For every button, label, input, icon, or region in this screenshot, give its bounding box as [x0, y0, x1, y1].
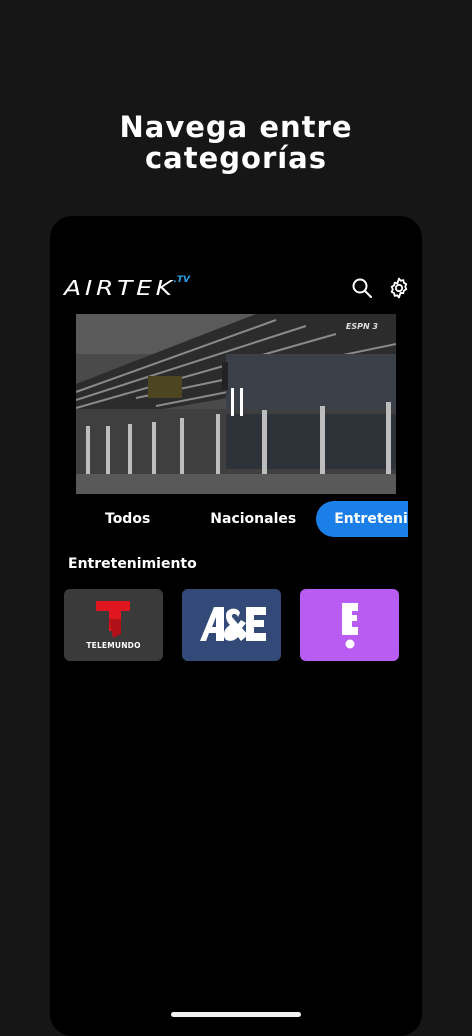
search-icon[interactable] [350, 276, 374, 300]
channel-aande[interactable] [182, 589, 281, 661]
tab-nacionales[interactable]: Nacionales [192, 501, 314, 537]
video-player[interactable]: ESPN 3 [76, 314, 396, 494]
channel-e[interactable] [300, 589, 399, 661]
telemundo-label: TELEMUNDO [86, 641, 141, 650]
channel-telemundo[interactable]: TELEMUNDO [64, 589, 163, 661]
tab-todos[interactable]: Todos [87, 501, 168, 537]
phone-screen: AIRTEK .TV ESPN 3 Todos Nacionales Entre… [50, 216, 422, 1036]
e-logo-icon [342, 603, 358, 649]
category-tabs: Todos Nacionales Entretenimiento [68, 500, 408, 538]
telemundo-logo-icon [96, 601, 130, 638]
home-indicator[interactable] [171, 1012, 301, 1017]
promo-headline-line1: Navega entre [119, 110, 353, 144]
section-title: Entretenimiento [68, 556, 197, 572]
tab-entretenimiento[interactable]: Entretenimiento [316, 501, 408, 537]
pause-icon[interactable] [229, 388, 245, 416]
promo-headline: Navega entre categorías [0, 112, 472, 174]
logo-suffix: .TV [173, 275, 190, 285]
aande-logo-icon [200, 607, 266, 641]
channel-watermark: ESPN 3 [345, 322, 378, 331]
logo-text: AIRTEK [64, 276, 176, 300]
promo-headline-line2: categorías [144, 141, 328, 175]
app-logo: AIRTEK .TV [64, 275, 190, 300]
gear-icon[interactable] [387, 276, 411, 300]
